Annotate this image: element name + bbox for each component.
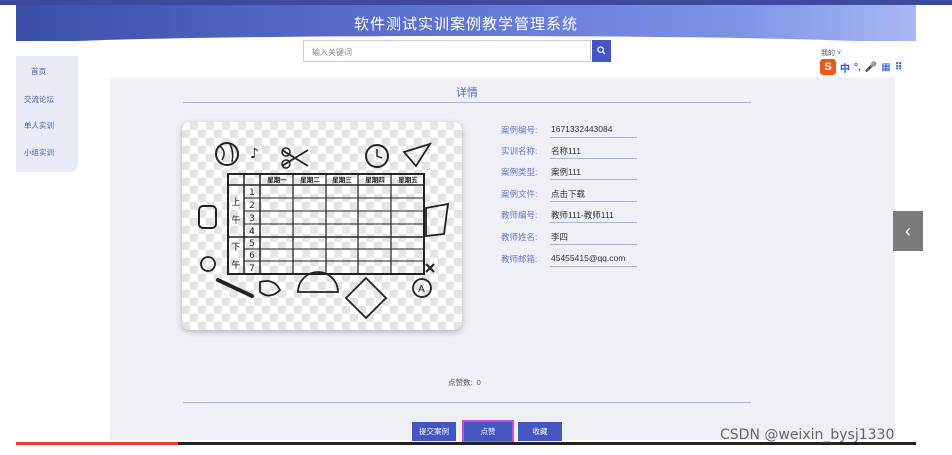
timetable-illustration: 星期一 星期二 星期三 星期四 星期五 1 2 3 4 5 6 7 上 午 下 … <box>198 142 450 320</box>
day-header: 星期三 <box>332 175 352 184</box>
field-label: 案例文件: <box>501 189 538 199</box>
title-divider <box>183 102 751 103</box>
like-count-label: 点赞数: <box>448 378 473 387</box>
sidebar-item-home[interactable]: 首页 <box>31 66 93 77</box>
period-number: 3 <box>249 214 255 224</box>
ime-mic-icon[interactable]: 🎤 <box>865 62 877 73</box>
ime-menu-icon[interactable]: ⠿ <box>895 62 903 73</box>
stapler-icon <box>259 280 282 297</box>
sidebar-item-individual-training[interactable]: 单人实训 <box>24 120 86 131</box>
backpack-icon <box>198 205 217 229</box>
morning-label: 午 <box>231 214 240 226</box>
sogou-logo-icon: S <box>820 59 836 75</box>
music-note-icon: ♪ <box>250 146 259 162</box>
field-label: 教师编号: <box>501 210 538 220</box>
field-value: 名称111 <box>550 145 637 159</box>
field-label: 案例类型: <box>501 167 538 177</box>
like-count-value: 0 <box>476 378 481 387</box>
period-number: 1 <box>249 188 255 198</box>
like-count: 点赞数: 0 <box>448 377 481 388</box>
notebook-icon <box>425 202 450 238</box>
period-number: 6 <box>249 251 255 261</box>
day-header: 星期一 <box>267 175 287 184</box>
open-book-icon <box>344 276 388 320</box>
sidebar-item-forum[interactable]: 交流论坛 <box>24 94 86 105</box>
my-account-link[interactable]: 我的 ˅ <box>821 48 841 58</box>
day-header: 星期五 <box>398 175 418 184</box>
field-value: 45455415@qq.com <box>550 253 637 267</box>
ime-chinese-mode[interactable]: 中 <box>840 60 850 75</box>
site-title: 软件测试实训案例教学管理系统 <box>353 16 578 33</box>
detail-title: 详情 <box>456 87 478 99</box>
set-square-icon <box>402 142 433 168</box>
svg-text:A: A <box>418 284 425 295</box>
field-label: 教师姓名: <box>501 232 538 242</box>
afternoon-label: 下 <box>231 243 240 253</box>
ime-toolbar: S 中 °, 🎤 ▦ ⠿ <box>820 58 903 76</box>
sidebar: 首页 交流论坛 单人实训 小组实训 <box>16 56 78 172</box>
like-button[interactable]: 点赞 <box>462 420 514 443</box>
globe-icon <box>215 142 239 166</box>
field-label: 案例编号: <box>501 125 538 135</box>
field-value: 李四 <box>550 231 637 245</box>
pencil-icon <box>216 278 254 298</box>
csdn-watermark: CSDN @weixin_bysj1330 <box>720 427 895 443</box>
field-value: 1671332443084 <box>550 124 637 138</box>
afternoon-label: 午 <box>231 259 240 271</box>
sidebar-item-group-training[interactable]: 小组实训 <box>24 147 86 158</box>
search-icon <box>597 46 606 55</box>
carousel-prev-button[interactable]: ‹ <box>893 211 923 251</box>
submit-case-button[interactable]: 提交案例 <box>412 422 456 441</box>
search-input[interactable]: 输入关键词 <box>303 40 591 62</box>
ime-keyboard-icon[interactable]: ▦ <box>881 62 890 73</box>
period-number: 7 <box>249 264 255 274</box>
scissors-icon <box>281 149 309 167</box>
video-progress-bar <box>16 442 178 445</box>
apple-icon <box>200 256 216 272</box>
field-label: 教师邮箱: <box>501 254 538 264</box>
period-number: 2 <box>249 201 255 211</box>
period-number: 4 <box>249 227 255 237</box>
morning-label: 上 <box>231 197 240 208</box>
day-header: 星期四 <box>365 175 385 184</box>
ime-punctuation-icon[interactable]: °, <box>854 62 861 73</box>
bottom-divider <box>183 402 751 403</box>
field-value: 案例111 <box>550 166 637 180</box>
field-value: 教师111-教师111 <box>550 209 637 223</box>
day-header: 星期二 <box>300 175 320 184</box>
case-image[interactable]: 星期一 星期二 星期三 星期四 星期五 1 2 3 4 5 6 7 上 午 下 … <box>182 122 462 330</box>
favorite-button[interactable]: 收藏 <box>518 422 562 441</box>
period-number: 5 <box>249 239 255 249</box>
field-label: 实训名称: <box>501 146 538 156</box>
search-button[interactable] <box>592 40 611 62</box>
download-link[interactable]: 点击下载 <box>550 188 637 202</box>
